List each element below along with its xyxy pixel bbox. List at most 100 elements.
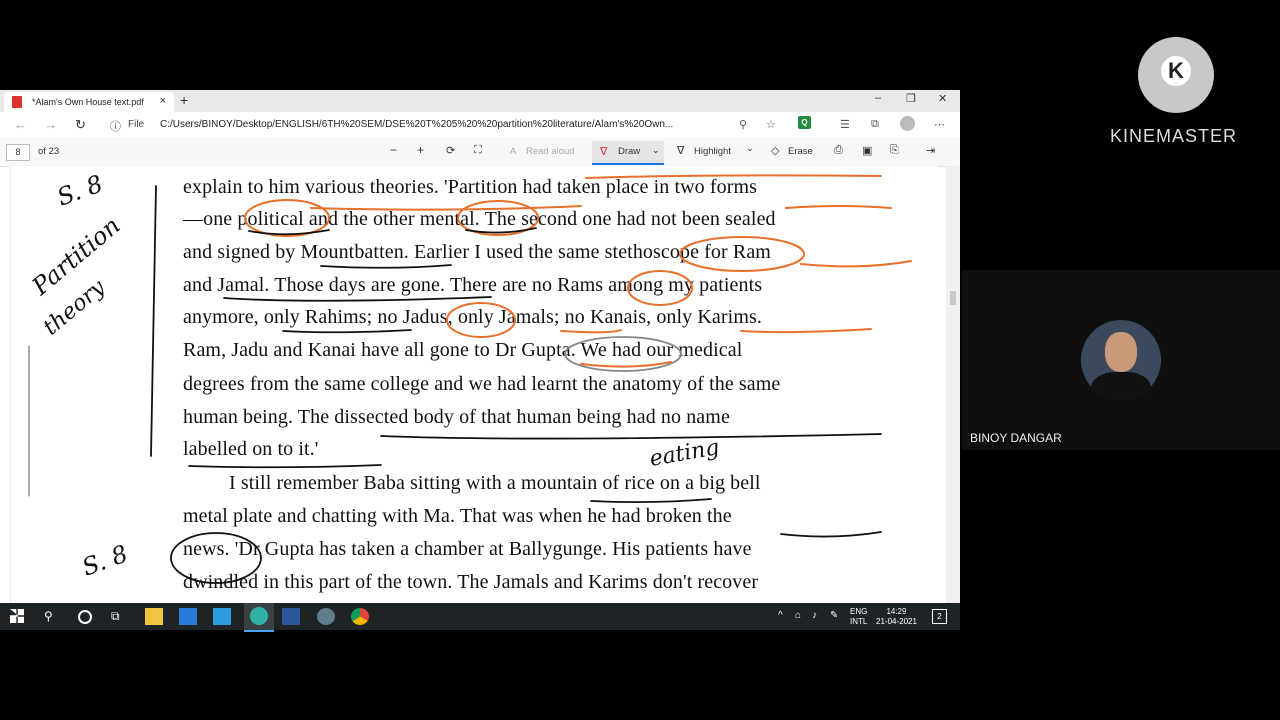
- chrome-icon[interactable]: [351, 608, 369, 625]
- orange-circle: [446, 302, 516, 338]
- pen-icon[interactable]: ✎: [830, 610, 838, 621]
- rotate-icon[interactable]: ⟳: [446, 144, 455, 157]
- address-scheme-label: File: [128, 119, 145, 130]
- info-icon[interactable]: ⓘ: [110, 118, 121, 134]
- black-underline: [380, 433, 882, 440]
- black-underline: [590, 498, 712, 504]
- profile-avatar-icon[interactable]: [900, 116, 915, 131]
- url-text: C:/Users/BINOY/Desktop/ENGLISH/6TH%20SEM…: [160, 119, 674, 130]
- margin-note: S. 8: [78, 540, 131, 582]
- search-icon[interactable]: ⚲: [44, 609, 53, 623]
- network-icon[interactable]: ⌂: [795, 610, 801, 621]
- save-icon[interactable]: ▣: [862, 144, 872, 157]
- lang-bottom: INTL: [850, 617, 868, 626]
- orange-circle: [627, 270, 693, 306]
- highlight-icon: ∇: [677, 145, 685, 157]
- clock[interactable]: 14:29 21-04-2021: [876, 607, 917, 627]
- orange-underline: [560, 329, 622, 334]
- close-tab-icon[interactable]: ×: [160, 95, 166, 107]
- more-menu-icon[interactable]: ⋯: [934, 118, 945, 131]
- tab-title: *Alam's Own House text.pdf: [32, 97, 144, 107]
- mail-icon[interactable]: [213, 608, 231, 625]
- windows-taskbar: ⚲ ⧉ ^ ⌂ ♪ ✎ ENG INTL 14:29 21-04-2021 2: [0, 603, 960, 632]
- new-tab-button[interactable]: +: [180, 92, 188, 108]
- page-total: of 23: [38, 146, 60, 157]
- favorites-icon[interactable]: ☰: [840, 118, 850, 131]
- orange-circle: [679, 236, 805, 272]
- black-underline: [188, 464, 382, 469]
- fit-page-icon[interactable]: ⛶: [474, 144, 482, 157]
- pdf-toolbar: 8 of 23 − + ⟳ ⛶ A Read aloud ∇ Draw ⌄ ∇ …: [0, 138, 960, 167]
- kinemaster-brand: KINEMASTER: [1110, 126, 1238, 146]
- black-circle: [170, 532, 262, 584]
- notification-icon[interactable]: 2: [932, 609, 947, 624]
- edge-active-tab[interactable]: [244, 603, 274, 632]
- zoom-out-button[interactable]: −: [390, 143, 397, 157]
- word-icon[interactable]: [282, 608, 300, 625]
- participant-name: BINOY DANGAR: [970, 431, 1062, 445]
- lang-top: ENG: [850, 607, 868, 616]
- save-as-icon[interactable]: ⎘: [890, 144, 899, 157]
- orange-underline: [585, 174, 882, 179]
- chevron-down-icon[interactable]: ⌄: [746, 143, 754, 154]
- orange-underline: [740, 328, 872, 334]
- chevron-down-icon[interactable]: ⌄: [652, 145, 660, 156]
- vertical-scrollbar[interactable]: [946, 166, 960, 603]
- print-icon[interactable]: ⎙: [834, 144, 843, 157]
- volume-icon[interactable]: ♪: [812, 610, 817, 621]
- forward-button[interactable]: →: [44, 117, 57, 132]
- orange-underline: [310, 205, 582, 211]
- restore-button[interactable]: ❐: [906, 92, 916, 105]
- pdf-file-icon: [12, 96, 22, 108]
- address-field[interactable]: ⓘ File C:/Users/BINOY/Desktop/ENGLISH/6T…: [104, 115, 784, 135]
- store-icon[interactable]: [179, 608, 197, 625]
- logo-letter: K: [1161, 56, 1191, 86]
- highlight-button[interactable]: Highlight: [694, 146, 731, 157]
- draw-pen-icon: ∇: [600, 146, 608, 158]
- edge-icon: [250, 607, 268, 625]
- draw-label: Draw: [618, 146, 641, 157]
- orange-underline: [800, 260, 912, 268]
- shoulders-shape: [1091, 372, 1151, 400]
- file-explorer-icon[interactable]: [145, 608, 163, 625]
- collections-icon[interactable]: ⧉: [871, 118, 879, 131]
- margin-note: S. 8: [53, 170, 106, 212]
- orange-circle: [244, 199, 330, 237]
- minimize-button[interactable]: –: [875, 92, 881, 104]
- refresh-button[interactable]: ↻: [75, 117, 86, 133]
- black-underline: [282, 329, 412, 334]
- windows-start-icon[interactable]: [10, 609, 24, 623]
- annotation-eating: eating: [648, 435, 722, 472]
- black-underline: [223, 296, 492, 302]
- favorite-star-icon[interactable]: ☆: [766, 118, 776, 131]
- zoom-in-button[interactable]: +: [417, 143, 424, 157]
- task-view-icon[interactable]: ⧉: [111, 609, 120, 624]
- language-indicator[interactable]: ENG INTL: [850, 607, 867, 627]
- read-aloud-icon: A: [510, 146, 517, 157]
- network-app-icon[interactable]: [317, 608, 335, 625]
- scrollbar-thumb[interactable]: [950, 291, 956, 305]
- tray-chevron-icon[interactable]: ^: [778, 610, 783, 621]
- tab-pdf[interactable]: *Alam's Own House text.pdf ×: [4, 92, 174, 112]
- back-button[interactable]: ←: [14, 117, 27, 132]
- black-underline: [465, 227, 537, 234]
- orange-underline: [785, 205, 892, 209]
- erase-button[interactable]: Erase: [788, 146, 813, 157]
- face-shape: [1105, 332, 1137, 372]
- black-underline: [320, 264, 452, 269]
- cortana-icon[interactable]: [78, 610, 92, 624]
- read-aloud-button[interactable]: Read aloud: [526, 146, 575, 157]
- participant-avatar: [1081, 320, 1161, 400]
- page-number-input[interactable]: 8: [6, 144, 30, 161]
- kinemaster-logo-icon: K: [1138, 37, 1214, 113]
- pin-toolbar-icon[interactable]: ⇥: [926, 144, 935, 157]
- eraser-icon: ◇: [771, 145, 780, 157]
- draw-button[interactable]: ∇ Draw ⌄: [592, 141, 664, 165]
- clock-time: 14:29: [886, 607, 907, 616]
- orange-underline: [580, 361, 672, 368]
- black-underline: [780, 531, 882, 538]
- address-bar-row: ← → ↻ ⓘ File C:/Users/BINOY/Desktop/ENGL…: [0, 112, 960, 139]
- zoom-icon[interactable]: ⚲: [739, 118, 747, 131]
- extension-icon[interactable]: Q: [798, 116, 811, 129]
- close-window-button[interactable]: ✕: [938, 92, 947, 105]
